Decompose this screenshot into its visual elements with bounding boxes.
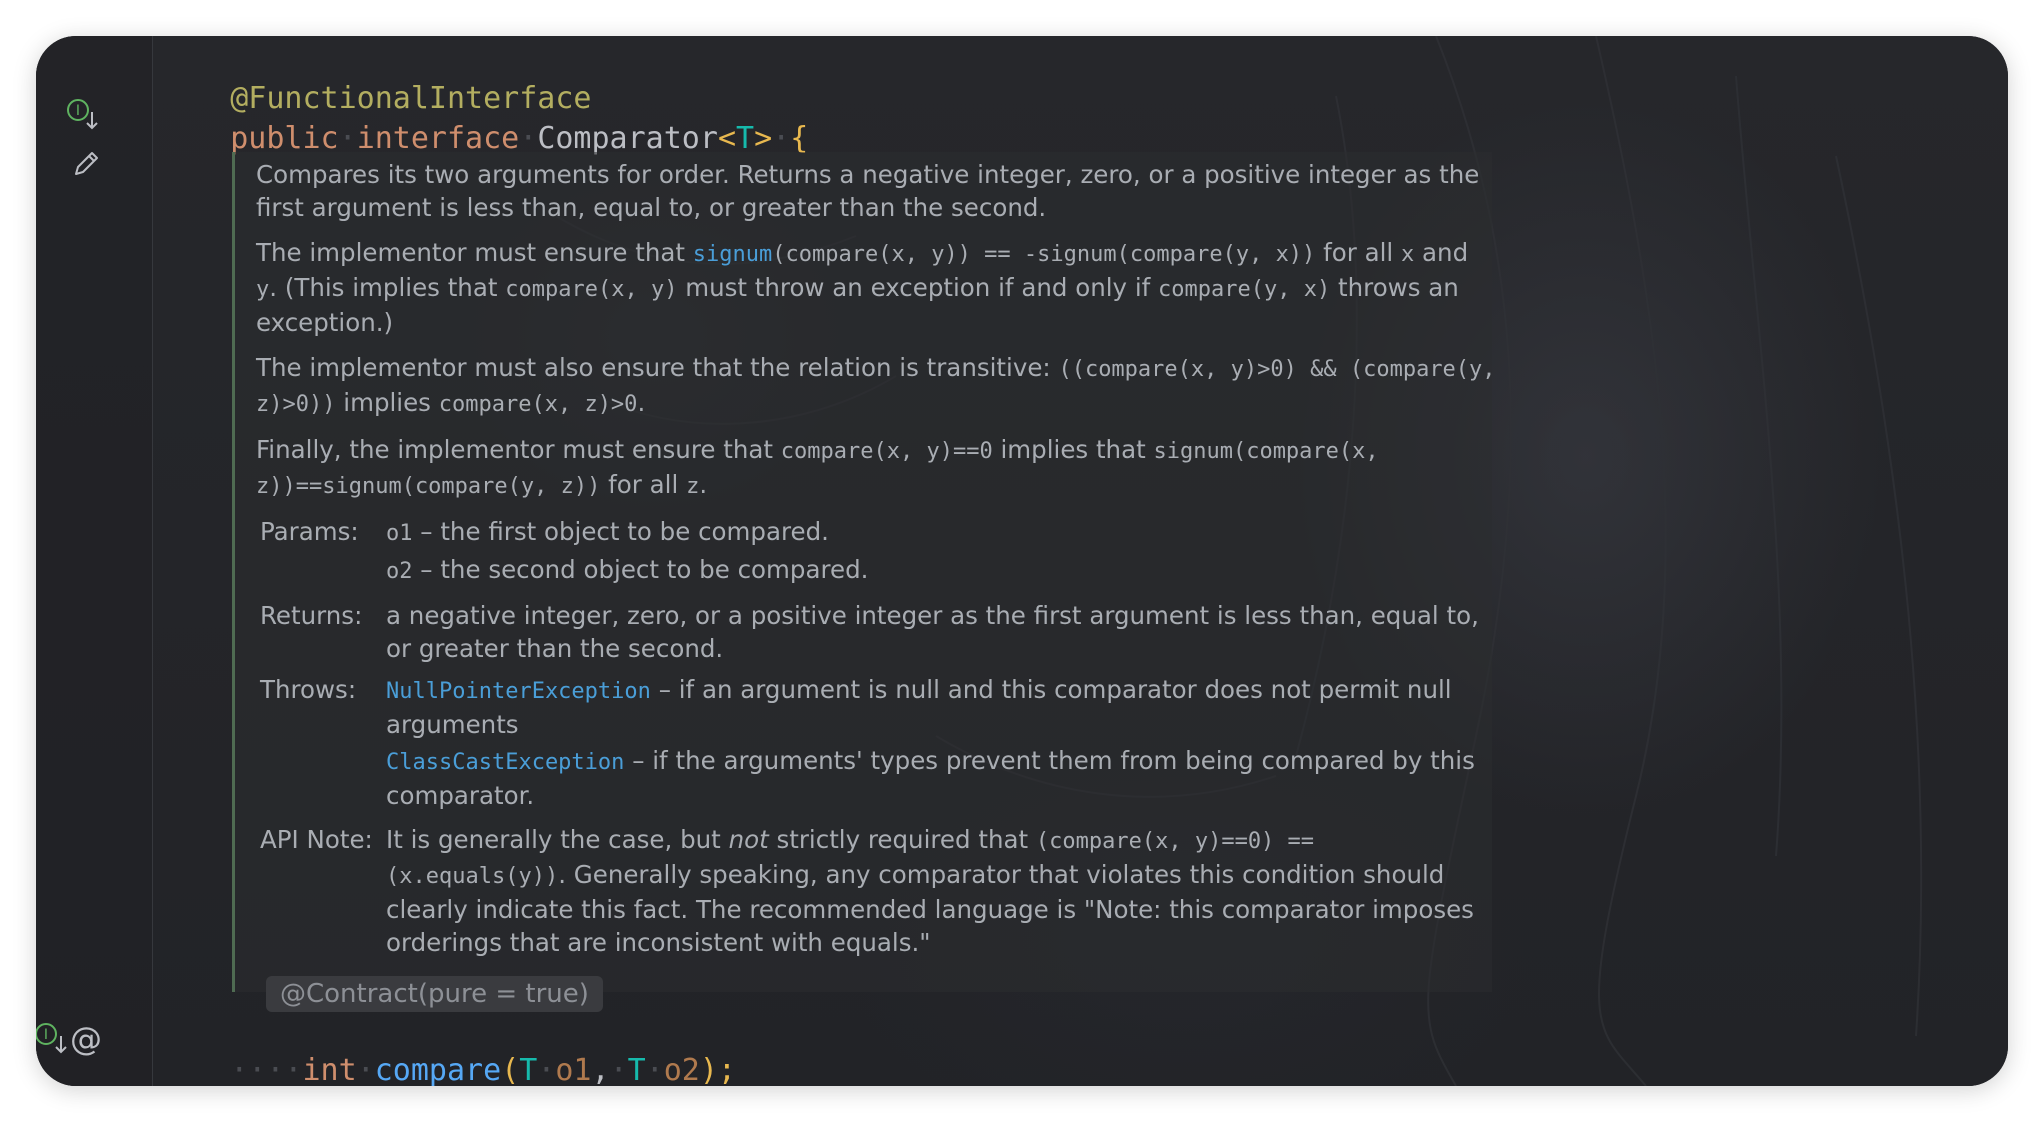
javadoc-content: Compares its two arguments for order. Re…: [256, 158, 1496, 967]
javadoc-paragraph: Compares its two arguments for order. Re…: [256, 160, 1480, 222]
editor-gutter: I I @: [36, 36, 153, 1086]
close-paren-semicolon: );: [699, 1053, 736, 1086]
doc-code: z: [686, 474, 700, 499]
throws-item: ClassCastException – if the arguments' t…: [386, 744, 1496, 812]
return-type: int: [302, 1053, 357, 1086]
editor-window: I I @ @FunctionalInterface public·interf…: [36, 36, 2008, 1086]
params-body: o1 – the first object to be compared. o2…: [386, 515, 1496, 591]
doc-text: .: [637, 388, 646, 417]
doc-text: .: [699, 470, 708, 499]
whitespace-dot: ·: [609, 1053, 628, 1086]
exception-link[interactable]: ClassCastException: [386, 750, 624, 775]
whitespace-dot: ·: [519, 121, 538, 156]
doc-text: The implementor must also ensure that th…: [256, 353, 1059, 382]
code-line-method: ····int·compare(T·o1,·T·o2);: [158, 1018, 736, 1086]
params-row: Params: o1 – the first object to be comp…: [256, 515, 1496, 591]
doc-code: x: [1401, 242, 1415, 267]
comma: ,: [591, 1053, 610, 1086]
doc-text: and: [1414, 238, 1469, 267]
doc-text: for all: [600, 470, 687, 499]
throws-label: Throws:: [260, 675, 357, 704]
whitespace-dot: ·: [338, 121, 357, 156]
param-desc: – the second object to be compared.: [412, 555, 869, 584]
keyword-interface: interface: [356, 121, 520, 156]
doc-text: It is generally the case, but: [386, 825, 729, 854]
returns-label: Returns:: [260, 601, 363, 630]
contract-inlay-hint[interactable]: @Contract(pure = true): [266, 976, 603, 1012]
doc-text: must throw an exception if and only if: [677, 273, 1159, 302]
param-desc: – the first object to be compared.: [412, 517, 829, 546]
doc-code: compare(x, z)>0: [438, 392, 638, 417]
exception-link[interactable]: NullPointerException: [386, 679, 651, 704]
implementing-icon[interactable]: I: [36, 1022, 70, 1060]
doc-code: compare(x, y): [505, 277, 678, 302]
doc-code: y: [256, 277, 270, 302]
throws-body: NullPointerException – if an argument is…: [386, 673, 1496, 815]
apinote-row: API Note: It is generally the case, but …: [256, 823, 1496, 959]
doc-text: . (This implies that: [269, 273, 506, 302]
apinote-label: API Note:: [260, 825, 373, 854]
param-name: o1: [555, 1053, 592, 1086]
whitespace-dot: ·: [356, 1053, 375, 1086]
param-item: o2 – the second object to be compared.: [386, 553, 1496, 588]
doc-emphasis: not: [728, 825, 769, 854]
svg-text:I: I: [44, 1027, 48, 1043]
method-name: compare: [374, 1053, 502, 1086]
edit-icon[interactable]: [70, 148, 102, 184]
type-parameter: T: [736, 121, 755, 156]
open-paren: (: [501, 1053, 520, 1086]
returns-row: Returns: a negative integer, zero, or a …: [256, 599, 1496, 665]
javadoc-bar: [232, 152, 235, 992]
param-name: o1: [386, 521, 413, 546]
whitespace-dot: ·: [645, 1053, 664, 1086]
svg-text:I: I: [76, 103, 80, 119]
open-brace: {: [790, 121, 809, 156]
class-name: Comparator: [537, 121, 718, 156]
javadoc-paragraph: The implementor must also ensure that th…: [256, 351, 1496, 421]
doc-code: compare(x, y)==0: [780, 439, 993, 464]
throws-item: NullPointerException – if an argument is…: [386, 673, 1496, 741]
param-item: o1 – the first object to be compared.: [386, 515, 1496, 550]
doc-text: implies that: [992, 435, 1154, 464]
implemented-icon[interactable]: I: [66, 98, 100, 136]
doc-text: The implementor must ensure that: [256, 238, 693, 267]
doc-text: implies: [335, 388, 439, 417]
doc-code: compare(y, x): [1158, 277, 1331, 302]
returns-body: a negative integer, zero, or a positive …: [386, 601, 1479, 663]
javadoc-paragraph: The implementor must ensure that signum(…: [256, 236, 1496, 339]
param-type: T: [519, 1053, 538, 1086]
whitespace-dot: ·: [772, 121, 791, 156]
doc-text: Finally, the implementor must ensure tha…: [256, 435, 781, 464]
param-type: T: [627, 1053, 646, 1086]
generic-open: <: [717, 121, 736, 156]
javadoc-tags: Params: o1 – the first object to be comp…: [256, 515, 1496, 959]
keyword-public: public: [230, 121, 339, 156]
apinote-body: It is generally the case, but not strict…: [386, 823, 1496, 959]
param-name: o2: [386, 559, 413, 584]
doc-text: for all: [1315, 238, 1401, 267]
generic-close: >: [754, 121, 773, 156]
whitespace-dot: ·: [537, 1053, 556, 1086]
params-label: Params:: [260, 517, 359, 546]
indent-dots: ····: [230, 1053, 303, 1086]
throws-row: Throws: NullPointerException – if an arg…: [256, 673, 1496, 815]
doc-text: strictly required that: [768, 825, 1036, 854]
javadoc-paragraph: Finally, the implementor must ensure tha…: [256, 433, 1496, 503]
signum-link[interactable]: signum: [693, 242, 772, 267]
at-sign-icon[interactable]: @: [70, 1020, 102, 1058]
param-name: o2: [663, 1053, 700, 1086]
doc-code: (compare(x, y)) == -signum(compare(y, x)…: [772, 242, 1316, 267]
